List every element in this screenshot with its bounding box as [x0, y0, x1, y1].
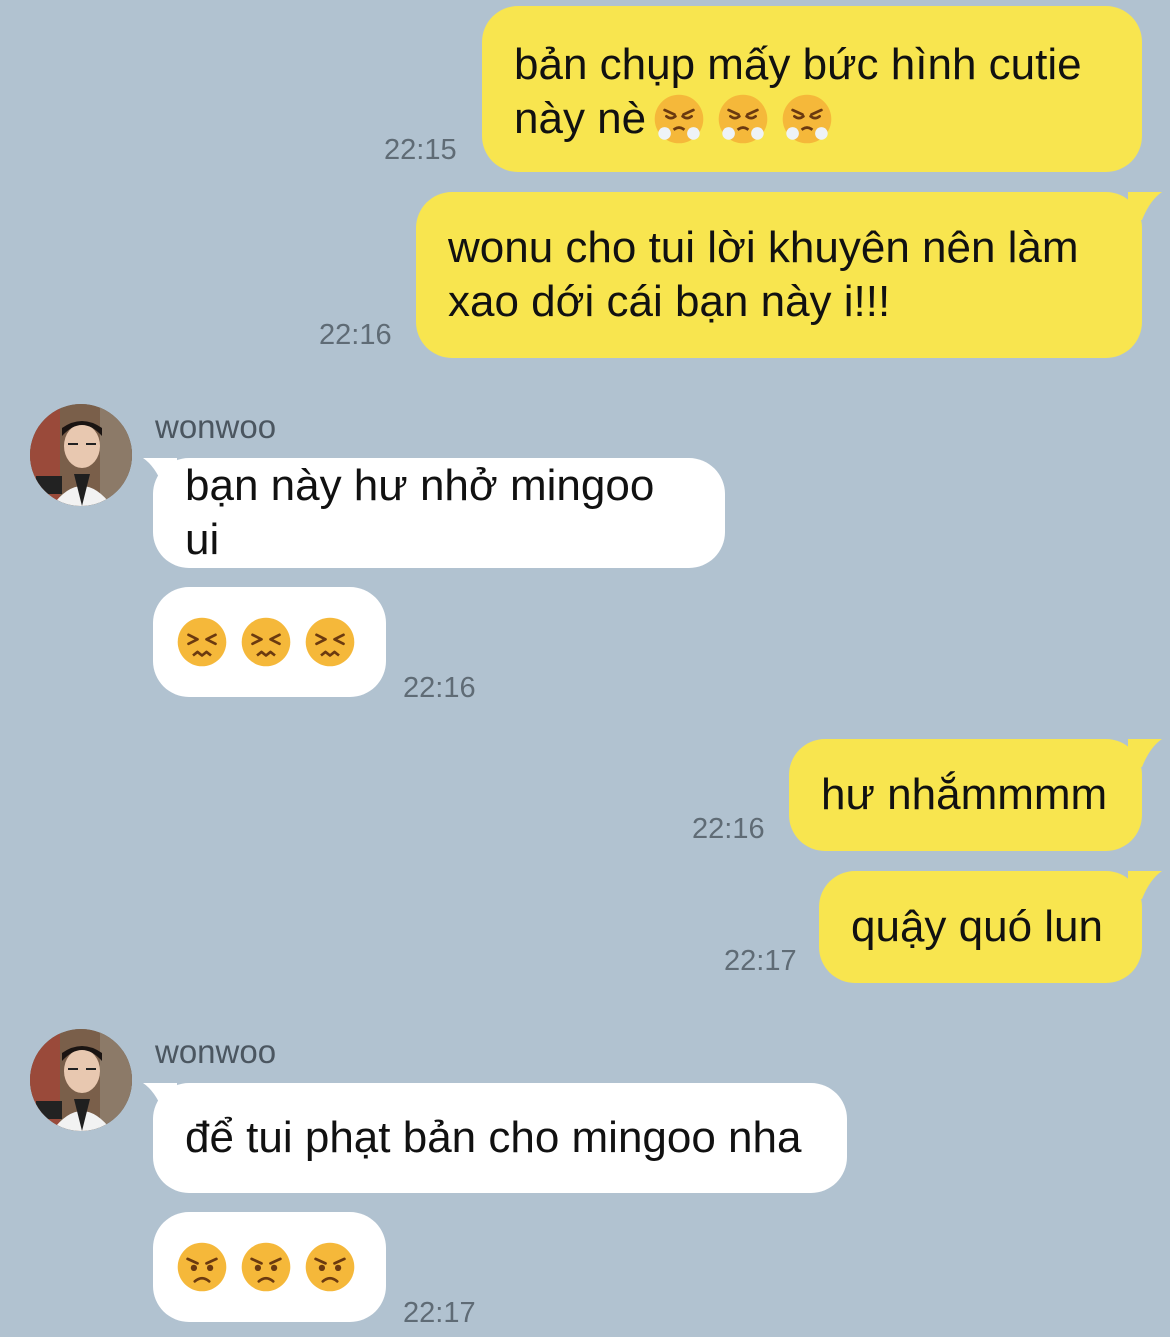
message-bubble-incoming[interactable]	[153, 587, 386, 697]
message-timestamp: 22:17	[403, 1297, 476, 1329]
message-bubble-outgoing[interactable]: bản chụp mấy bức hình cutie này nè	[482, 6, 1142, 172]
contact-name: wonwoo	[155, 408, 277, 445]
message-bubble-outgoing[interactable]: wonu cho tui lời khuyên nên làm xao dới …	[416, 192, 1142, 358]
message-timestamp: 22:17	[724, 945, 797, 977]
chat-message-list[interactable]: bản chụp mấy bức hình cutie này nè 22:15…	[0, 0, 1170, 1337]
bubble-tail	[143, 458, 177, 486]
bubble-tail	[143, 1083, 177, 1111]
message-timestamp: 22:15	[384, 134, 457, 166]
bubble-tail	[1128, 739, 1162, 767]
message-bubble-incoming[interactable]: bạn này hư nhở mingoo ui	[153, 458, 725, 568]
persevering-face-emoji-icon	[305, 617, 355, 667]
message-text: wonu cho tui lời khuyên nên làm xao dới …	[448, 223, 1079, 326]
persevering-face-emoji-icon	[177, 617, 227, 667]
emoji-group	[175, 615, 357, 669]
contact-name: wonwoo	[155, 1033, 277, 1070]
bubble-tail	[1128, 871, 1162, 899]
message-text: bạn này hư nhở mingoo ui	[185, 461, 667, 564]
angry-face-emoji-icon	[177, 1242, 227, 1292]
message-text: này nè	[514, 94, 647, 143]
contact-photo-icon	[30, 1029, 132, 1131]
message-timestamp: 22:16	[319, 319, 392, 351]
message-text: hư nhắmmmm	[821, 770, 1108, 819]
persevering-face-emoji-icon	[241, 617, 291, 667]
contact-avatar[interactable]	[30, 404, 132, 506]
message-timestamp: 22:16	[692, 813, 765, 845]
message-bubble-incoming[interactable]	[153, 1212, 386, 1322]
huffing-face-emoji-icon	[718, 94, 768, 144]
huffing-face-emoji-icon	[782, 94, 832, 144]
angry-face-emoji-icon	[241, 1242, 291, 1292]
contact-photo-icon	[30, 404, 132, 506]
contact-avatar[interactable]	[30, 1029, 132, 1131]
message-text: quậy quó lun	[851, 902, 1103, 951]
bubble-tail	[1128, 192, 1162, 220]
message-bubble-incoming[interactable]: để tui phạt bản cho mingoo nha	[153, 1083, 847, 1193]
message-bubble-outgoing[interactable]: hư nhắmmmm	[789, 739, 1142, 851]
emoji-group	[652, 92, 834, 146]
message-text: bản chụp mấy bức hình cutie	[514, 40, 1082, 89]
emoji-group	[175, 1240, 357, 1294]
message-text: để tui phạt bản cho mingoo nha	[185, 1113, 802, 1162]
message-timestamp: 22:16	[403, 672, 476, 704]
angry-face-emoji-icon	[305, 1242, 355, 1292]
message-bubble-outgoing[interactable]: quậy quó lun	[819, 871, 1142, 983]
huffing-face-emoji-icon	[654, 94, 704, 144]
